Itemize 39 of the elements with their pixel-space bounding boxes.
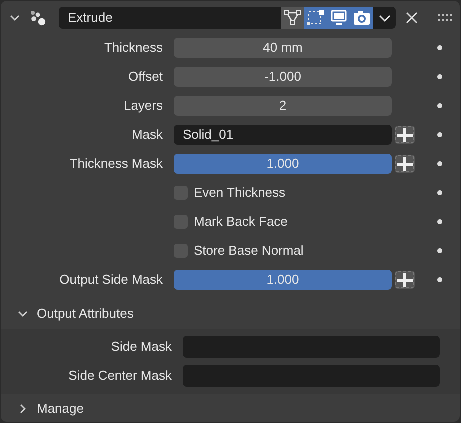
animate-dot-icon[interactable] (437, 277, 443, 283)
number-field[interactable]: 40 mm (174, 38, 392, 58)
invert-icon[interactable] (395, 155, 415, 173)
checkbox-label: Even Thickness (194, 184, 286, 202)
close-icon[interactable] (406, 12, 418, 24)
text-field[interactable] (183, 336, 440, 358)
invert-icon[interactable] (395, 126, 415, 144)
invert-icon[interactable] (395, 271, 415, 289)
section-header[interactable]: Output Attributes (37, 304, 134, 324)
field-label: Side Mask (110, 338, 173, 356)
property-label: Offset (128, 68, 164, 86)
checkbox-label: Store Base Normal (194, 242, 304, 260)
drag-handle-icon[interactable] (438, 14, 452, 22)
animate-dot-icon[interactable] (437, 161, 443, 167)
animate-dot-icon[interactable] (437, 74, 443, 80)
animate-dot-icon[interactable] (437, 219, 443, 225)
text-field[interactable] (183, 365, 440, 387)
property-label: Thickness Mask (68, 155, 164, 174)
property-label: Output Side Mask (58, 271, 164, 290)
property-label: Layers (122, 97, 164, 116)
animate-dot-icon[interactable] (437, 190, 443, 196)
checkbox-label: Mark Back Face (194, 213, 288, 232)
vertex-group-field[interactable]: Solid_01 (174, 125, 392, 145)
property-label: Mask (130, 126, 164, 144)
animate-dot-icon[interactable] (437, 45, 443, 51)
section-header[interactable]: Manage (37, 399, 84, 419)
slider-field[interactable]: 1.000 (174, 270, 392, 290)
edit-mode-toggle[interactable] (304, 7, 327, 29)
animate-dot-icon[interactable] (437, 248, 443, 254)
animate-dot-icon[interactable] (437, 103, 443, 109)
particles-icon (29, 9, 47, 27)
camera-toggle[interactable] (350, 7, 373, 29)
triangle-vertices-toggle[interactable] (281, 7, 304, 29)
property-label: Thickness (103, 39, 164, 58)
animate-dot-icon[interactable] (437, 132, 443, 138)
number-field[interactable]: -1.000 (174, 67, 392, 87)
slider-field[interactable]: 1.000 (174, 154, 392, 174)
field-label: Side Center Mask (68, 367, 173, 386)
number-field[interactable]: 2 (174, 96, 392, 116)
